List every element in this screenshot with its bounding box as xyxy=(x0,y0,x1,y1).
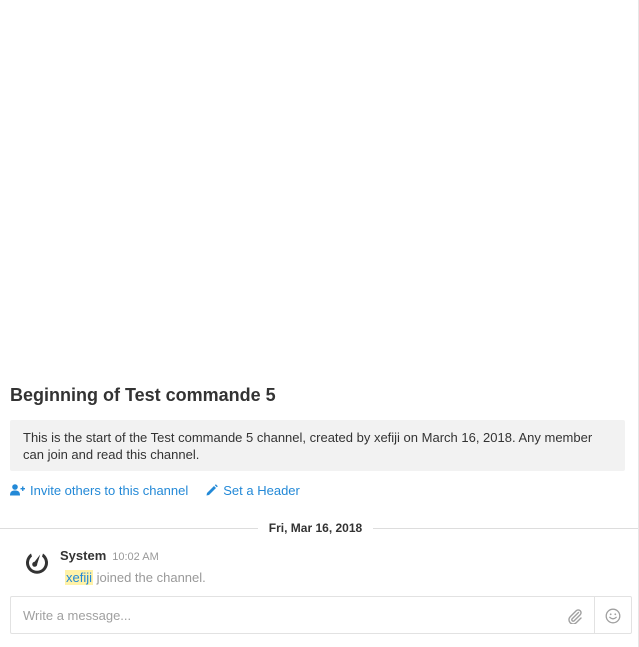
date-separator: Fri, Mar 16, 2018 xyxy=(0,520,638,536)
post-message: xefiji joined the channel. xyxy=(65,570,206,585)
post-sender-name[interactable]: System xyxy=(60,548,106,563)
message-input[interactable] xyxy=(11,597,593,633)
channel-intro-box: This is the start of the Test commande 5… xyxy=(10,420,625,471)
post-timestamp[interactable]: 10:02 AM xyxy=(112,551,158,563)
channel-intro-text: This is the start of the Test commande 5… xyxy=(23,430,593,462)
channel-intro-title: Beginning of Test commande 5 xyxy=(10,385,276,405)
system-post: System 10:02 AM xefiji joined the channe… xyxy=(0,545,638,593)
add-user-icon xyxy=(10,484,25,496)
channel-intro-actions: Invite others to this channel Set a Head… xyxy=(10,481,300,499)
post-header: System 10:02 AM xyxy=(60,548,159,563)
smiley-icon[interactable] xyxy=(605,608,621,624)
composer-divider xyxy=(594,597,595,633)
mattermost-logo-icon[interactable] xyxy=(22,548,52,578)
paperclip-icon[interactable] xyxy=(567,608,583,624)
channel-view: Beginning of Test commande 5 This is the… xyxy=(0,0,639,647)
post-message-text: joined the channel. xyxy=(93,570,206,585)
message-composer xyxy=(10,596,632,634)
user-mention[interactable]: xefiji xyxy=(65,570,94,585)
set-header-label: Set a Header xyxy=(223,482,300,498)
pencil-icon xyxy=(206,484,219,496)
set-header-link[interactable]: Set a Header xyxy=(206,483,300,498)
invite-others-link[interactable]: Invite others to this channel xyxy=(10,483,188,498)
date-separator-line-left xyxy=(0,528,258,529)
date-separator-line-right xyxy=(373,528,638,529)
invite-others-label: Invite others to this channel xyxy=(30,482,189,498)
date-separator-label: Fri, Mar 16, 2018 xyxy=(268,521,363,535)
